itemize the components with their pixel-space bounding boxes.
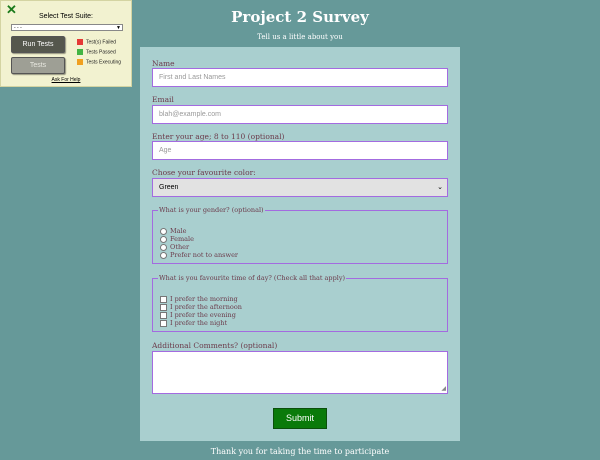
time-of-day-fieldset: What is you favourite time of day? (Chec… xyxy=(152,274,448,332)
executing-swatch xyxy=(77,59,83,65)
gender-option-male[interactable]: Male xyxy=(160,227,186,235)
ask-for-help-link[interactable]: Ask For Help xyxy=(1,77,131,83)
test-suite-title: Select Test Suite: xyxy=(39,13,93,20)
passed-swatch xyxy=(77,49,83,55)
gender-option-other[interactable]: Other xyxy=(160,243,189,251)
color-label: Chose your favourite color: xyxy=(152,168,256,177)
color-select-value: Green xyxy=(159,184,179,191)
test-suite-select[interactable]: - - - ▼ xyxy=(11,24,123,31)
radio-button[interactable] xyxy=(160,235,167,243)
chevron-down-icon: ▼ xyxy=(116,25,121,31)
radio-button[interactable] xyxy=(160,227,167,235)
submit-button[interactable]: Submit xyxy=(273,408,327,429)
age-label: Enter your age; 8 to 110 (optional) xyxy=(152,132,285,141)
legend-item-failed: Test(s) Failed xyxy=(77,39,116,46)
legend-item-passed: Tests Passed xyxy=(77,49,116,56)
tests-button[interactable]: Tests xyxy=(11,57,65,74)
time-option-evening[interactable]: I prefer the evening xyxy=(160,311,236,319)
gender-option-label: Prefer not to answer xyxy=(170,251,239,259)
legend-label-executing: Tests Executing xyxy=(86,59,122,66)
failed-swatch xyxy=(77,39,83,45)
email-input[interactable]: blah@example.com xyxy=(152,105,448,124)
footer-text: Thank you for taking the time to partici… xyxy=(210,447,390,456)
gender-option-label: Male xyxy=(170,227,187,235)
time-option-afternoon[interactable]: I prefer the afternoon xyxy=(160,303,242,311)
comments-textarea[interactable]: ◢ xyxy=(152,351,448,394)
test-suite-panel: ✕ Select Test Suite: - - - ▼ Run Tests T… xyxy=(0,0,132,87)
time-option-label: I prefer the morning xyxy=(170,295,238,303)
comments-label: Additional Comments? (optional) xyxy=(152,341,278,350)
checkbox[interactable] xyxy=(160,311,167,319)
time-option-morning[interactable]: I prefer the morning xyxy=(160,295,238,303)
age-input[interactable]: Age xyxy=(152,141,448,160)
name-input[interactable]: First and Last Names xyxy=(152,68,448,87)
checkbox[interactable] xyxy=(160,295,167,303)
time-option-label: I prefer the night xyxy=(170,319,228,327)
gender-fieldset: What is your gender? (optional) Male Fem… xyxy=(152,206,448,264)
time-of-day-legend: What is you favourite time of day? (Chec… xyxy=(158,274,347,282)
gender-option-prefer-not[interactable]: Prefer not to answer xyxy=(160,251,238,259)
checkbox[interactable] xyxy=(160,303,167,311)
page-title: Project 2 Survey xyxy=(231,8,369,26)
time-option-night[interactable]: I prefer the night xyxy=(160,319,227,327)
page-subtitle: Tell us a little about you xyxy=(257,33,343,41)
test-suite-select-value: - - - xyxy=(14,25,22,31)
legend-item-executing: Tests Executing xyxy=(77,59,121,66)
checkbox[interactable] xyxy=(160,319,167,327)
gender-legend: What is your gender? (optional) xyxy=(158,206,265,214)
gender-option-label: Female xyxy=(170,235,194,243)
email-label: Email xyxy=(152,95,174,104)
gender-option-label: Other xyxy=(170,243,190,251)
resize-handle-icon[interactable]: ◢ xyxy=(441,386,446,392)
radio-button[interactable] xyxy=(160,251,167,259)
gender-option-female[interactable]: Female xyxy=(160,235,194,243)
color-select[interactable]: Green ⌄ xyxy=(152,178,448,197)
run-tests-button[interactable]: Run Tests xyxy=(11,36,65,53)
time-option-label: I prefer the afternoon xyxy=(170,303,242,311)
legend-label-passed: Tests Passed xyxy=(86,49,116,56)
radio-button[interactable] xyxy=(160,243,167,251)
survey-form: Name First and Last Names Email blah@exa… xyxy=(140,47,460,441)
name-label: Name xyxy=(152,59,175,68)
legend-label-failed: Test(s) Failed xyxy=(86,39,117,46)
chevron-down-icon: ⌄ xyxy=(437,184,443,191)
time-option-label: I prefer the evening xyxy=(170,311,236,319)
